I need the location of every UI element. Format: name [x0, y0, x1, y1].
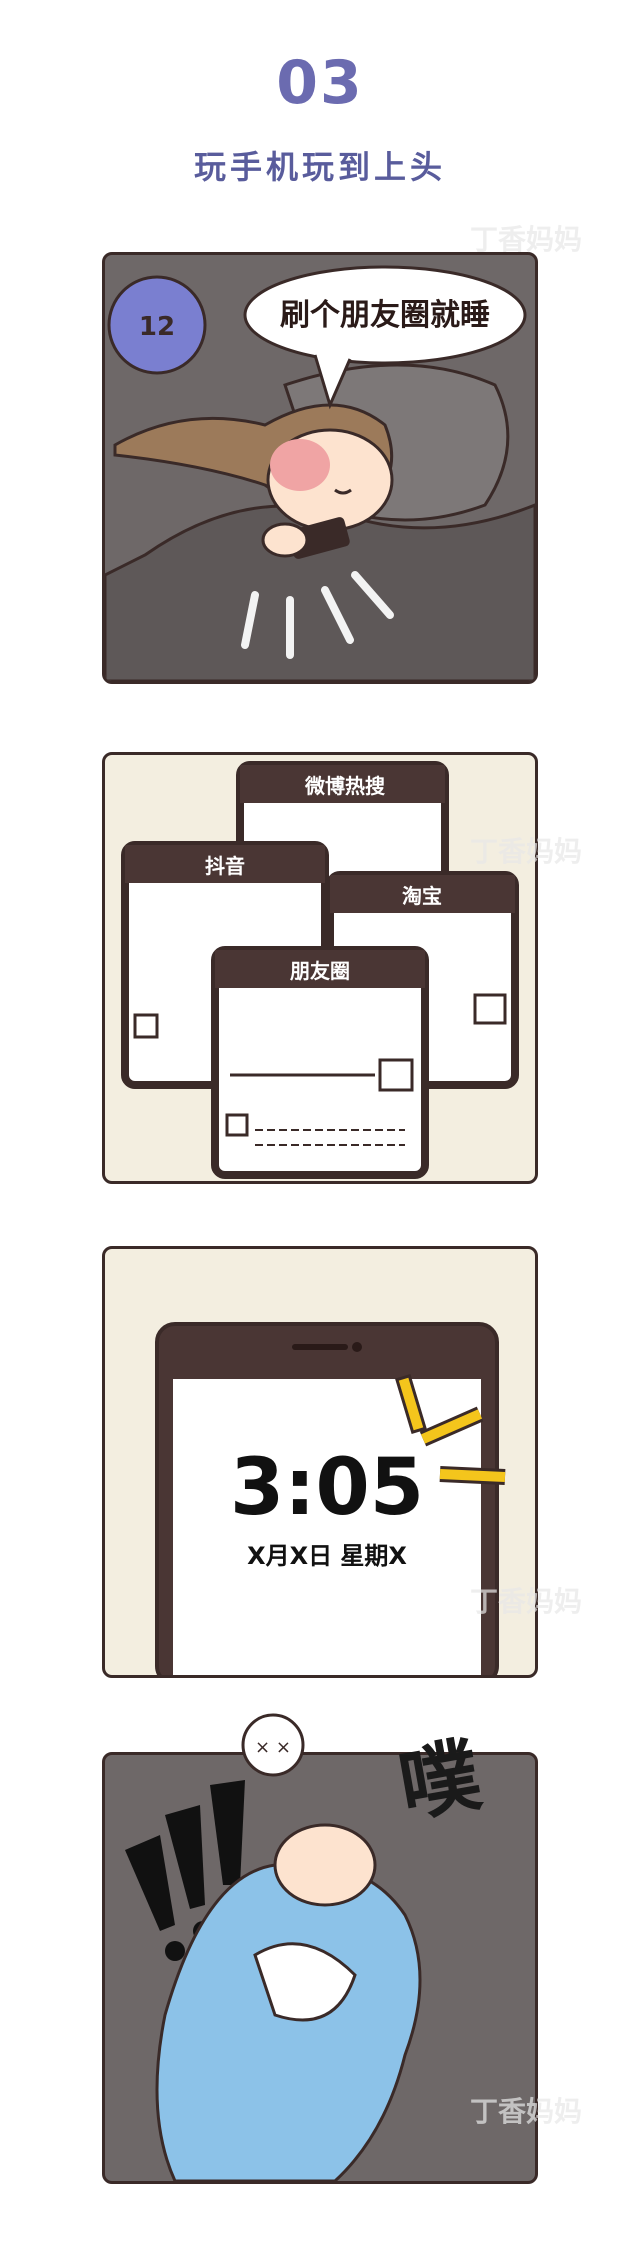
svg-text:× ×: × ×: [255, 1737, 291, 1758]
watermark: 丁香妈妈: [470, 223, 583, 256]
comic-panel-2: 微博热搜 抖音 淘宝 朋友圈: [102, 752, 538, 1184]
clock-time: 3:05: [230, 1443, 424, 1533]
watermark: 丁香妈妈: [470, 2095, 583, 2128]
app-title-douyin: 抖音: [205, 854, 245, 878]
chapter-number: 03: [276, 48, 364, 118]
panel-2-illustration: 微博热搜 抖音 淘宝 朋友圈: [121, 761, 519, 1179]
app-title-taobao: 淘宝: [402, 884, 442, 908]
sound-effect-text: 噗: [392, 1728, 488, 1834]
speech-bubble-text: 刷个朋友圈就睡: [280, 298, 490, 333]
comic-panel-1: 12 刷个朋友圈就睡: [102, 252, 538, 684]
clock-date: X月X日 星期X: [247, 1542, 407, 1570]
watermark: 丁香妈妈: [470, 835, 583, 868]
panel-1-illustration: 12 刷个朋友圈就睡: [105, 265, 535, 681]
clock-label: 12: [139, 312, 175, 342]
app-title-weibo: 微博热搜: [304, 774, 386, 798]
app-title-moments: 朋友圈: [290, 959, 350, 983]
chapter-title: 玩手机玩到上头: [193, 148, 446, 186]
watermark: 丁香妈妈: [470, 1585, 583, 1618]
